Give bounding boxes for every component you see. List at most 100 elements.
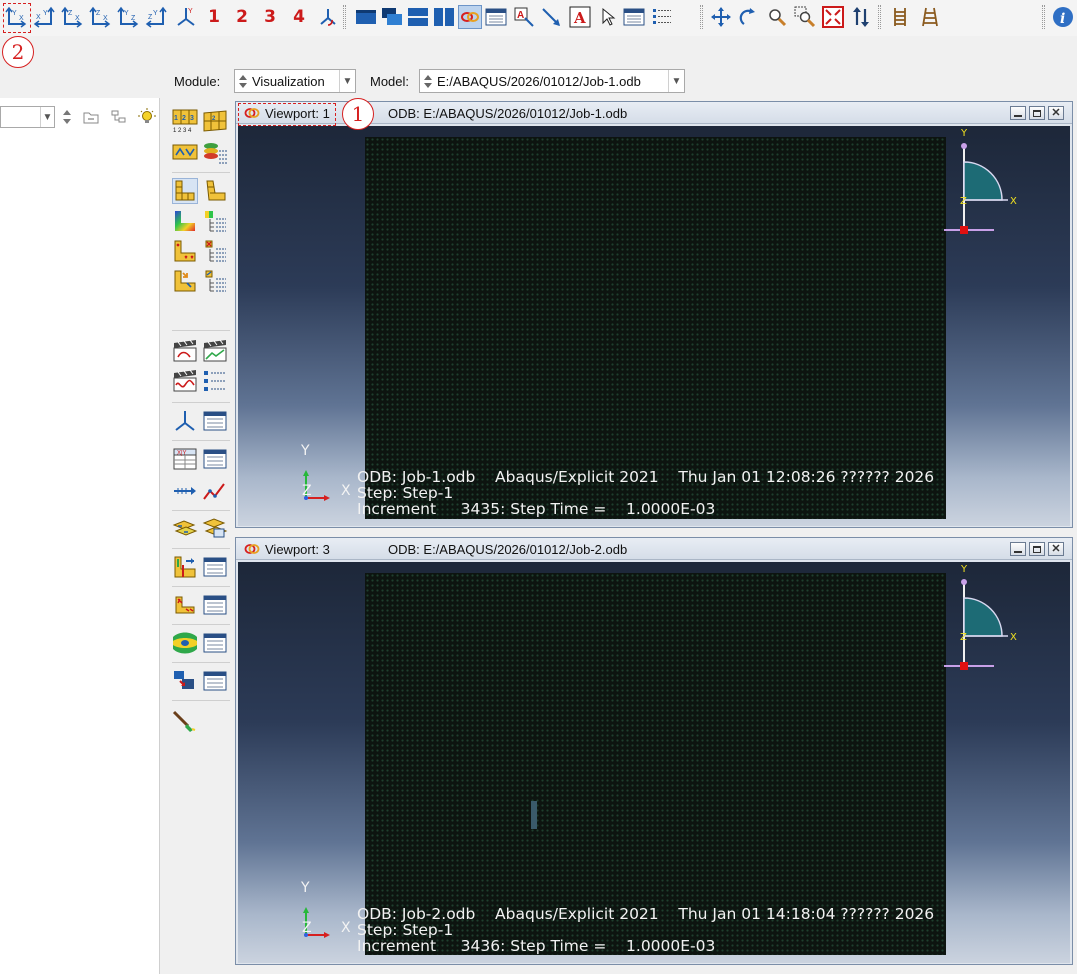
pan-button[interactable]: [709, 5, 733, 29]
auto-fit-button[interactable]: [821, 5, 845, 29]
animate-time-history-button[interactable]: [202, 338, 228, 364]
maximize-button[interactable]: [1029, 542, 1045, 556]
viewport-3-canvas[interactable]: Y X Z Y Z X ODB: Job-2.odb Abaqus/Explic…: [238, 562, 1070, 963]
annotation-manager-button[interactable]: [622, 5, 646, 29]
overlay-plot-button[interactable]: [172, 668, 198, 694]
box-zoom-button[interactable]: [793, 5, 817, 29]
display-group-manager-button[interactable]: [202, 516, 228, 542]
model-combobox[interactable]: E:/ABAQUS/2026/01012/Job-1.odb ▼: [419, 69, 685, 93]
color-code-button[interactable]: [172, 708, 198, 734]
text-button[interactable]: A: [568, 5, 592, 29]
cycle-views-button[interactable]: [849, 5, 873, 29]
animate-scale-factor-button[interactable]: [172, 338, 198, 364]
material-orientation-options-button[interactable]: [202, 268, 228, 294]
module-combobox[interactable]: Visualization ▼: [234, 69, 356, 93]
close-button[interactable]: ✕: [1048, 542, 1064, 556]
animate-harmonic-button[interactable]: [172, 368, 198, 394]
create-xy-data-button[interactable]: X|Y: [172, 446, 198, 472]
top-view-button[interactable]: ZX: [60, 5, 84, 29]
model-mesh[interactable]: [365, 573, 946, 955]
superimpose-button[interactable]: [202, 140, 228, 166]
free-body-cut-button[interactable]: [172, 554, 198, 580]
toolbar-grip[interactable]: [343, 5, 346, 29]
contour-options-button[interactable]: [202, 208, 228, 234]
tree-filter-combobox[interactable]: ▼: [0, 106, 55, 128]
view-cut-options-button[interactable]: [202, 408, 228, 434]
flow-plot-button[interactable]: [172, 630, 198, 656]
left-view-button[interactable]: YZ: [116, 5, 140, 29]
plot-contours-both-button[interactable]: [172, 140, 198, 166]
view-3-button[interactable]: 3: [258, 5, 282, 29]
overlay-manager-button[interactable]: [202, 668, 228, 694]
plot-contours-on-both-button[interactable]: [172, 208, 198, 234]
back-view-button[interactable]: YX: [32, 5, 56, 29]
info-step-line: Step: Step-1: [357, 484, 454, 502]
view-2-button[interactable]: 2: [230, 5, 254, 29]
model-spinner[interactable]: [423, 71, 433, 91]
stream-plot-button[interactable]: [172, 592, 198, 618]
maximize-button[interactable]: [1029, 106, 1045, 120]
view-1-button[interactable]: 1: [202, 5, 226, 29]
viewport-1-window[interactable]: Viewport: 1 ODB: E:/ABAQUS/2026/01012/Jo…: [235, 101, 1073, 528]
user-view-button[interactable]: [316, 5, 340, 29]
plot-material-orientations-button[interactable]: [172, 268, 198, 294]
minimize-button[interactable]: [1010, 542, 1026, 556]
chevron-down-icon[interactable]: ▼: [40, 107, 54, 127]
stream-manager-button[interactable]: [202, 592, 228, 618]
iso-view-button[interactable]: Y: [174, 5, 198, 29]
tree-highlight-button[interactable]: [138, 108, 156, 126]
chevron-down-icon[interactable]: ▼: [339, 70, 355, 92]
close-button[interactable]: ✕: [1048, 106, 1064, 120]
right-view-button[interactable]: YZ: [144, 5, 168, 29]
link-viewports-button[interactable]: [458, 5, 482, 29]
plot-contours-on-deformed-button[interactable]: [202, 178, 228, 204]
chevron-down-icon[interactable]: ▼: [668, 70, 684, 92]
create-text-annotation-button[interactable]: A: [512, 5, 536, 29]
view-4-button[interactable]: 4: [287, 5, 311, 29]
select-pointer-button[interactable]: [596, 5, 620, 29]
viewport-single-button[interactable]: [354, 5, 378, 29]
view-cut-manager-button[interactable]: [172, 408, 198, 434]
model-mesh[interactable]: [365, 137, 946, 519]
plot-contours-on-undeformed-button[interactable]: [172, 178, 198, 204]
toolbox-separator: [172, 586, 230, 587]
info-button[interactable]: i: [1051, 5, 1075, 29]
plot-symbols-button[interactable]: [172, 238, 198, 264]
tree-collapse-button[interactable]: [82, 108, 100, 126]
toolbox-separator: [172, 330, 230, 331]
flow-manager-button[interactable]: [202, 630, 228, 656]
viewport-tile-horizontal-button[interactable]: [406, 5, 430, 29]
toolbar-grip[interactable]: [878, 5, 881, 29]
zoom-button[interactable]: [765, 5, 789, 29]
xy-data-manager-button[interactable]: [202, 446, 228, 472]
module-spinner[interactable]: [238, 71, 248, 91]
animation-options-button[interactable]: [202, 368, 228, 394]
plot-xy-button[interactable]: [202, 478, 228, 504]
tree-filter-button[interactable]: [110, 108, 128, 126]
rotate-button[interactable]: [737, 5, 761, 29]
plot-undeformed-button[interactable]: 123 1 2 3 4: [172, 108, 198, 134]
symbol-options-button[interactable]: [202, 238, 228, 264]
undeformed-shape-icon: 1 2 3 1 2 3 4: [172, 109, 198, 133]
free-body-manager-button[interactable]: [202, 554, 228, 580]
ladder-tool-button[interactable]: [918, 5, 942, 29]
tree-spinner-button[interactable]: [58, 108, 76, 126]
create-display-group-button[interactable]: [172, 516, 198, 542]
viewport-1-canvas[interactable]: Y X Z Y Z X ODB: Job-1.odb Abaqus/Explic…: [238, 126, 1070, 526]
viewport-tile-vertical-button[interactable]: [432, 5, 456, 29]
plot-deformed-button[interactable]: 2: [202, 108, 228, 134]
viewport-annotation-options-button[interactable]: [484, 5, 508, 29]
svg-text:X: X: [36, 14, 41, 21]
query-toolbar-button[interactable]: [888, 5, 912, 29]
svg-text:1: 1: [174, 115, 178, 122]
list-options-button[interactable]: [650, 5, 674, 29]
viewport-cascade-button[interactable]: [380, 5, 404, 29]
viewport-3-titlebar[interactable]: Viewport: 3 ODB: E:/ABAQUS/2026/01012/Jo…: [236, 538, 1072, 560]
toolbar-grip[interactable]: [1042, 5, 1045, 29]
create-path-button[interactable]: [172, 478, 198, 504]
bottom-view-button[interactable]: ZX: [88, 5, 112, 29]
minimize-button[interactable]: [1010, 106, 1026, 120]
create-arrow-button[interactable]: [540, 5, 564, 29]
viewport-3-window[interactable]: Viewport: 3 ODB: E:/ABAQUS/2026/01012/Jo…: [235, 537, 1073, 965]
toolbar-grip[interactable]: [700, 5, 703, 29]
